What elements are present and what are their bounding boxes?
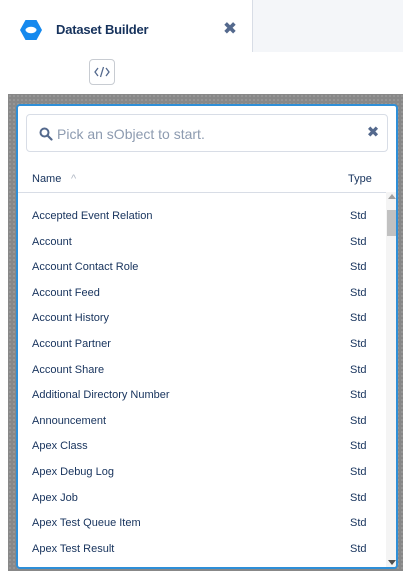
row-name: Apex Class — [32, 440, 88, 453]
table-row[interactable]: Apex Job Std — [18, 488, 386, 513]
row-type: Std — [350, 338, 367, 350]
row-type: Std — [350, 210, 367, 222]
table-row[interactable]: Announcement Std — [18, 411, 386, 436]
search-icon — [39, 127, 53, 141]
code-view-button[interactable] — [89, 59, 115, 85]
row-type: Std — [350, 542, 367, 555]
search-box: ✖ — [26, 114, 388, 152]
clear-search-icon[interactable]: ✖ — [366, 125, 380, 140]
tab-title: Dataset Builder — [56, 22, 149, 37]
row-type: Std — [350, 517, 367, 530]
table-row[interactable]: Apex Debug Log Std — [18, 462, 386, 487]
table-row[interactable]: Accepted Event Relation Std — [18, 206, 386, 231]
table-row[interactable]: Account Share Std — [18, 360, 386, 385]
tab-dataset-builder[interactable]: Dataset Builder ✖ — [0, 0, 253, 52]
table-row[interactable]: Additional Directory Number Std — [18, 385, 386, 410]
row-name: Account Contact Role — [32, 261, 139, 274]
row-type: Std — [350, 491, 367, 504]
row-type: Std — [350, 235, 367, 248]
row-name: Account Feed — [32, 286, 100, 299]
table-row[interactable]: Account Std — [18, 232, 386, 257]
row-name: Apex Debug Log — [32, 466, 114, 478]
table-row[interactable]: Account History Std — [18, 308, 386, 333]
table-row[interactable]: Apex Class Std — [18, 436, 386, 461]
scroll-down-arrow-icon[interactable] — [388, 560, 396, 565]
table-row[interactable]: Account Contact Role Std — [18, 257, 386, 282]
tab-bar: Dataset Builder ✖ — [0, 0, 403, 53]
sort-ascending-icon[interactable]: ^ — [71, 173, 76, 185]
search-input[interactable] — [57, 124, 357, 144]
row-type: Std — [350, 312, 367, 325]
row-name: Account Share — [32, 363, 105, 376]
row-type: Std — [350, 414, 367, 427]
table-row[interactable]: Apex Test Result Std — [18, 539, 386, 564]
row-name: Additional Directory Number — [32, 389, 170, 402]
row-type: Std — [350, 363, 367, 376]
row-type: Std — [350, 389, 367, 402]
column-header-type[interactable]: Type — [348, 173, 372, 185]
sobject-picker-panel: ✖ Name ^ Type Accepted Event Relation Std… — [16, 104, 398, 569]
toolbar — [0, 52, 403, 512]
tab-bar-empty — [253, 0, 403, 53]
code-view-icon — [94, 66, 110, 78]
table-row[interactable]: Apex Test Queue Item Std — [18, 513, 386, 538]
table-row[interactable]: Account Partner Std — [18, 334, 386, 359]
row-type: Std — [350, 261, 367, 274]
row-name: Apex Job — [32, 491, 78, 504]
row-name: Accepted Event Relation — [32, 210, 153, 222]
close-icon[interactable]: ✖ — [222, 20, 238, 37]
sobject-list: Accepted Event Relation Std Account Std Acco… — [18, 206, 386, 566]
row-name: Account Partner — [32, 338, 111, 350]
scroll-thumb[interactable] — [387, 210, 396, 236]
row-type: Std — [350, 466, 367, 478]
table-row[interactable]: Account Feed Std — [18, 283, 386, 308]
row-name: Account — [32, 235, 72, 248]
row-name: Apex Test Queue Item — [32, 517, 141, 530]
row-type: Std — [350, 286, 367, 299]
list-scrollbar[interactable] — [386, 192, 396, 567]
row-name: Announcement — [32, 414, 106, 427]
column-header-name[interactable]: Name — [32, 173, 61, 185]
row-name: Apex Test Result — [32, 542, 115, 555]
row-name: Account History — [32, 312, 110, 325]
hexagon-logo-icon — [20, 20, 42, 40]
table-header: Name ^ Type — [18, 166, 396, 193]
scroll-up-arrow-icon[interactable] — [388, 194, 396, 199]
builder-canvas: ✖ Name ^ Type Accepted Event Relation Std… — [8, 94, 403, 571]
row-type: Std — [350, 440, 367, 453]
